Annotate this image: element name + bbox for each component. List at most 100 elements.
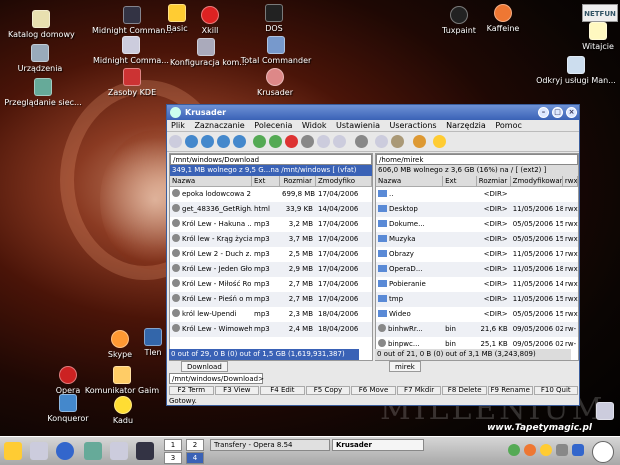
f10-quit-button[interactable]: F10 Quit: [533, 386, 579, 395]
tray-help-icon[interactable]: [524, 444, 536, 456]
desktop-icon-mc2[interactable]: Midnight Comma...: [92, 36, 170, 66]
forward-icon[interactable]: [201, 135, 214, 148]
desktop-icon-tlen[interactable]: Tlen: [142, 328, 164, 358]
maximize-button[interactable]: □: [552, 107, 563, 118]
table-row[interactable]: Dokume...<DIR>05/05/2006 15:48rwx: [376, 217, 578, 232]
kde-menu-icon[interactable]: [4, 442, 22, 460]
f5-copy-button[interactable]: F5 Copy: [305, 386, 351, 395]
f2-term-button[interactable]: F2 Term: [169, 386, 214, 395]
select-icon[interactable]: [269, 135, 282, 148]
table-row[interactable]: Obrazy<DIR>11/05/2006 17:49rwx: [376, 247, 578, 262]
table-row[interactable]: Król Lew - Jeden Głos mp3 2,9 MB 17/04/2006: [170, 262, 372, 277]
table-row[interactable]: Desktop<DIR>11/05/2006 18:18rwx: [376, 202, 578, 217]
menu-pomoc[interactable]: Pomoc: [495, 121, 522, 130]
table-row[interactable]: Król Lew - Pieśń o m... mp3 2,7 MB 17/04/20…: [170, 292, 372, 307]
table-row[interactable]: Król Lew 2 - Duch z... mp3 2,5 MB 17/04/200…: [170, 247, 372, 262]
task-krusader[interactable]: Krusader: [332, 439, 424, 451]
table-row[interactable]: Muzyka<DIR>05/05/2006 15:48rwx: [376, 232, 578, 247]
menu-ustawienia[interactable]: Ustawienia: [336, 121, 380, 130]
header-date[interactable]: Zmodyfikowany: [511, 176, 563, 186]
command-line-input[interactable]: /mnt/windows/Download>: [169, 373, 264, 384]
window-titlebar[interactable]: Krusader – □ ×: [167, 105, 579, 120]
table-row[interactable]: .. <DIR>: [376, 187, 578, 202]
settings-icon[interactable]: [110, 442, 128, 460]
header-name[interactable]: Nazwa: [170, 176, 252, 186]
desktop-icon-kadu[interactable]: Kadu: [110, 396, 136, 426]
menu-plik[interactable]: Plik: [171, 121, 185, 130]
search-icon[interactable]: [375, 135, 388, 148]
menu-polecenia[interactable]: Polecenia: [254, 121, 292, 130]
header-perm[interactable]: rwx: [563, 176, 578, 186]
desktop-icon-config[interactable]: Konfiguracja kom...: [170, 38, 247, 68]
close-button[interactable]: ×: [566, 107, 577, 118]
menu-zaznaczanie[interactable]: Zaznaczanie: [194, 121, 244, 130]
task-opera-transfers[interactable]: Transfery - Opera 8.54: [210, 439, 330, 451]
desktop-icon-network[interactable]: Przeglądanie siec...: [2, 78, 84, 108]
desktop-icon-konqueror[interactable]: Konqueror: [46, 394, 90, 424]
left-path-bar[interactable]: /mnt/windows/Download: [170, 154, 372, 165]
desktop-pager-2[interactable]: 2: [186, 439, 204, 451]
tray-kadu-icon[interactable]: [540, 444, 552, 456]
header-ext[interactable]: Ext: [443, 176, 477, 186]
home-icon[interactable]: [233, 135, 246, 148]
f6-move-button[interactable]: F6 Move: [351, 386, 396, 395]
header-date[interactable]: Zmodyfiko: [316, 176, 372, 186]
table-row[interactable]: OperaD...<DIR>11/05/2006 18:07rwx: [376, 262, 578, 277]
desktop-pager-1[interactable]: 1: [164, 439, 182, 451]
terminal-icon[interactable]: [169, 135, 182, 148]
unpack-icon[interactable]: [333, 135, 346, 148]
desktop-icon-welcome[interactable]: Witajcie: [580, 22, 616, 52]
table-row[interactable]: epoka lodowcowa 2 ...699,8 MB17/04/2006: [170, 187, 372, 202]
up-icon[interactable]: [217, 135, 230, 148]
desktop-icon-kde[interactable]: Zasoby KDE: [106, 68, 158, 98]
desktop-icon-krusader[interactable]: Krusader: [254, 68, 296, 98]
table-row[interactable]: Król lew - Krąg życia mp3 3,7 MB 17/04/2006: [170, 232, 372, 247]
desktop-icon-home[interactable]: Katalog domowy: [8, 10, 75, 40]
left-tab[interactable]: Download: [181, 361, 228, 372]
header-name[interactable]: Nazwa: [376, 176, 444, 186]
compare-icon[interactable]: [301, 135, 314, 148]
menu-useractions[interactable]: Useractions: [390, 121, 437, 130]
sync-icon[interactable]: [413, 135, 426, 148]
trash-icon[interactable]: [596, 402, 614, 422]
browser-icon[interactable]: [56, 442, 74, 460]
clock-icon[interactable]: [592, 441, 614, 463]
table-row[interactable]: tmp<DIR>11/05/2006 15:15rwx: [376, 292, 578, 307]
right-path-bar[interactable]: /home/mirek: [376, 154, 578, 165]
desktop-icon-basic[interactable]: Basic: [160, 4, 194, 34]
desktop-pager-3[interactable]: 3: [164, 452, 182, 464]
menu-narzedzia[interactable]: Narzędzia: [446, 121, 486, 130]
key-icon[interactable]: [433, 135, 446, 148]
tray-clipboard-icon[interactable]: [572, 444, 584, 456]
desktop-icon-dos[interactable]: DOS: [258, 4, 290, 34]
f3-view-button[interactable]: F3 View: [214, 386, 260, 395]
tray-network-icon[interactable]: [508, 444, 520, 456]
ftp-icon[interactable]: [391, 135, 404, 148]
back-icon[interactable]: [185, 135, 198, 148]
f9-rename-button[interactable]: F9 Rename: [487, 386, 533, 395]
desktop-icon-skype[interactable]: Skype: [106, 330, 134, 360]
header-ext[interactable]: Ext: [252, 176, 280, 186]
desktop-icon-tuxpaint[interactable]: Tuxpaint: [440, 6, 478, 36]
desktop-icon-services[interactable]: Odkryj usługi Man...: [536, 56, 616, 86]
check-icon[interactable]: [253, 135, 266, 148]
terminal-icon[interactable]: [136, 442, 154, 460]
tray-volume-icon[interactable]: [556, 444, 568, 456]
table-row[interactable]: get_48336_GetRigh... html 33,9 KB 14/04/200…: [170, 202, 372, 217]
table-row[interactable]: Król Lew - Hakuna ... mp3 3,2 MB 17/04/2006: [170, 217, 372, 232]
header-size[interactable]: Rozmiar: [280, 176, 316, 186]
desktop-icon-xkill[interactable]: Xkill: [196, 6, 224, 36]
table-row[interactable]: Król Lew - Miłość Ro... mp3 2,7 MB 17/04/20…: [170, 277, 372, 292]
desktop-icon[interactable]: [30, 442, 48, 460]
right-tab[interactable]: mirek: [389, 361, 421, 372]
table-row[interactable]: binhwRr...bin21,6 KB09/05/2006 02:15rw-: [376, 322, 578, 337]
minimize-button[interactable]: –: [538, 107, 549, 118]
header-size[interactable]: Rozmiar: [477, 176, 511, 186]
desktop-icon-kaffeine[interactable]: Kaffeine: [484, 4, 522, 34]
desktop-icon-devices[interactable]: Urządzenia: [12, 44, 68, 74]
f7-mkdir-button[interactable]: F7 Mkdir: [396, 386, 442, 395]
table-row[interactable]: Wideo<DIR>05/05/2006 15:48rwx: [376, 307, 578, 322]
desktop-icon-gaim[interactable]: Komunikator Gaim: [84, 366, 160, 396]
delete-icon[interactable]: [285, 135, 298, 148]
files-icon[interactable]: [84, 442, 102, 460]
